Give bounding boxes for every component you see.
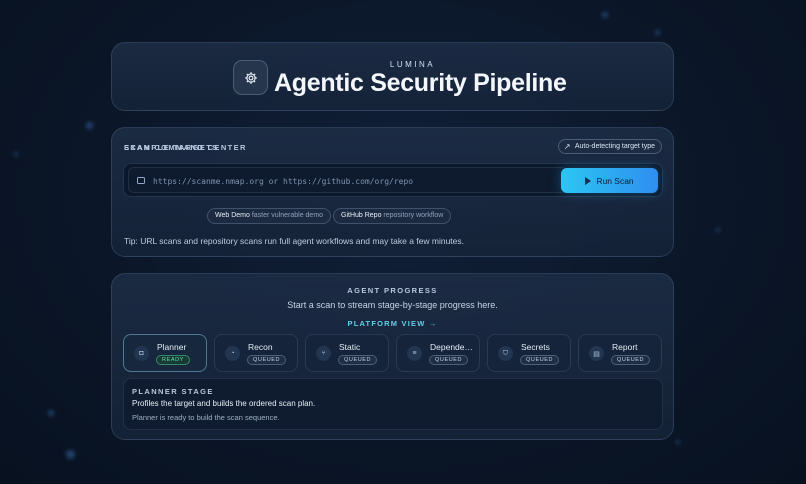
stage-dependencies[interactable]: ≡ Dependen… QUEUED <box>396 334 480 372</box>
background-dot <box>655 30 660 35</box>
stage-name: Static <box>339 342 361 352</box>
example-targets-label: EXAMPLE TARGETS <box>124 143 219 152</box>
status-badge: QUEUED <box>247 355 287 365</box>
background-dot <box>86 122 93 129</box>
brand-label: LUMINA <box>389 60 436 69</box>
background-dot <box>716 228 720 232</box>
play-icon <box>585 176 592 185</box>
stage-report[interactable]: ▤ Report QUEUED <box>578 334 662 372</box>
target-input-box[interactable] <box>128 167 568 193</box>
gear-icon <box>244 71 257 84</box>
agent-progress-card: AGENT PROGRESS Start a scan to stream st… <box>111 273 674 440</box>
background-dot <box>48 410 54 416</box>
header-card: LUMINA Agentic Security Pipeline <box>111 42 674 111</box>
stage-name: Dependen… <box>430 342 476 352</box>
stage-detail-description: Profiles the target and builds the order… <box>132 399 316 408</box>
robot-icon: ◘ <box>134 346 149 361</box>
auto-detect-badge: ↗ Auto-detecting target type <box>557 139 662 154</box>
platform-view-link[interactable]: PLATFORM VIEW → <box>112 319 673 328</box>
stage-secrets[interactable]: ⛉ Secrets QUEUED <box>487 334 571 372</box>
code-branch-icon: ⑂ <box>316 346 331 361</box>
progress-subtitle: Start a scan to stream stage-by-stage pr… <box>287 300 498 310</box>
shield-icon: ⛉ <box>498 346 513 361</box>
status-badge: QUEUED <box>429 355 469 365</box>
background-dot <box>14 152 18 156</box>
example-name: Web Demo <box>215 212 250 219</box>
target-input[interactable] <box>153 175 563 187</box>
target-icon <box>137 177 145 184</box>
stage-detail-label: PLANNER STAGE <box>132 387 214 396</box>
stage-recon[interactable]: ◔ Recon QUEUED <box>214 334 298 372</box>
example-github-repo[interactable]: GitHub Repo repository workflow <box>333 208 452 224</box>
stage-name: Secrets <box>521 342 550 352</box>
background-dot <box>66 450 75 459</box>
stage-detail-panel: PLANNER STAGE Profiles the target and bu… <box>123 378 663 430</box>
scan-tip: Tip: URL scans and repository scans run … <box>124 236 464 246</box>
arrow-up-right-icon: ↗ <box>563 142 571 151</box>
status-badge: QUEUED <box>338 355 378 365</box>
stage-name: Planner <box>157 342 187 352</box>
run-scan-label: Run Scan <box>596 175 634 186</box>
document-icon: ▤ <box>589 346 604 361</box>
stage-name: Recon <box>248 342 273 352</box>
example-name: GitHub Repo <box>341 212 382 219</box>
stage-name: Report <box>612 342 638 352</box>
status-badge: QUEUED <box>611 355 651 365</box>
background-dot <box>602 12 608 18</box>
status-badge: QUEUED <box>520 355 560 365</box>
scan-command-center: SCAN COMMAND CENTER ↗ Auto-detecting tar… <box>111 127 674 257</box>
example-desc: repository workflow <box>383 212 444 219</box>
run-scan-button[interactable]: Run Scan <box>561 168 658 193</box>
stage-static[interactable]: ⑂ Static QUEUED <box>305 334 389 372</box>
database-icon: ≡ <box>407 346 422 361</box>
stage-detail-status: Planner is ready to build the scan seque… <box>132 413 280 422</box>
page-title: Agentic Security Pipeline <box>274 69 567 97</box>
example-desc: faster vulnerable demo <box>251 212 324 219</box>
status-badge: READY <box>156 355 190 365</box>
radar-icon: ◔ <box>225 346 240 361</box>
example-web-demo[interactable]: Web Demo faster vulnerable demo <box>207 208 332 224</box>
scan-input-bar: Run Scan <box>123 163 663 197</box>
background-dot <box>676 440 680 444</box>
stage-planner[interactable]: ◘ Planner READY <box>123 334 207 372</box>
progress-section-label: AGENT PROGRESS <box>347 286 438 295</box>
auto-detect-label: Auto-detecting target type <box>574 143 655 150</box>
